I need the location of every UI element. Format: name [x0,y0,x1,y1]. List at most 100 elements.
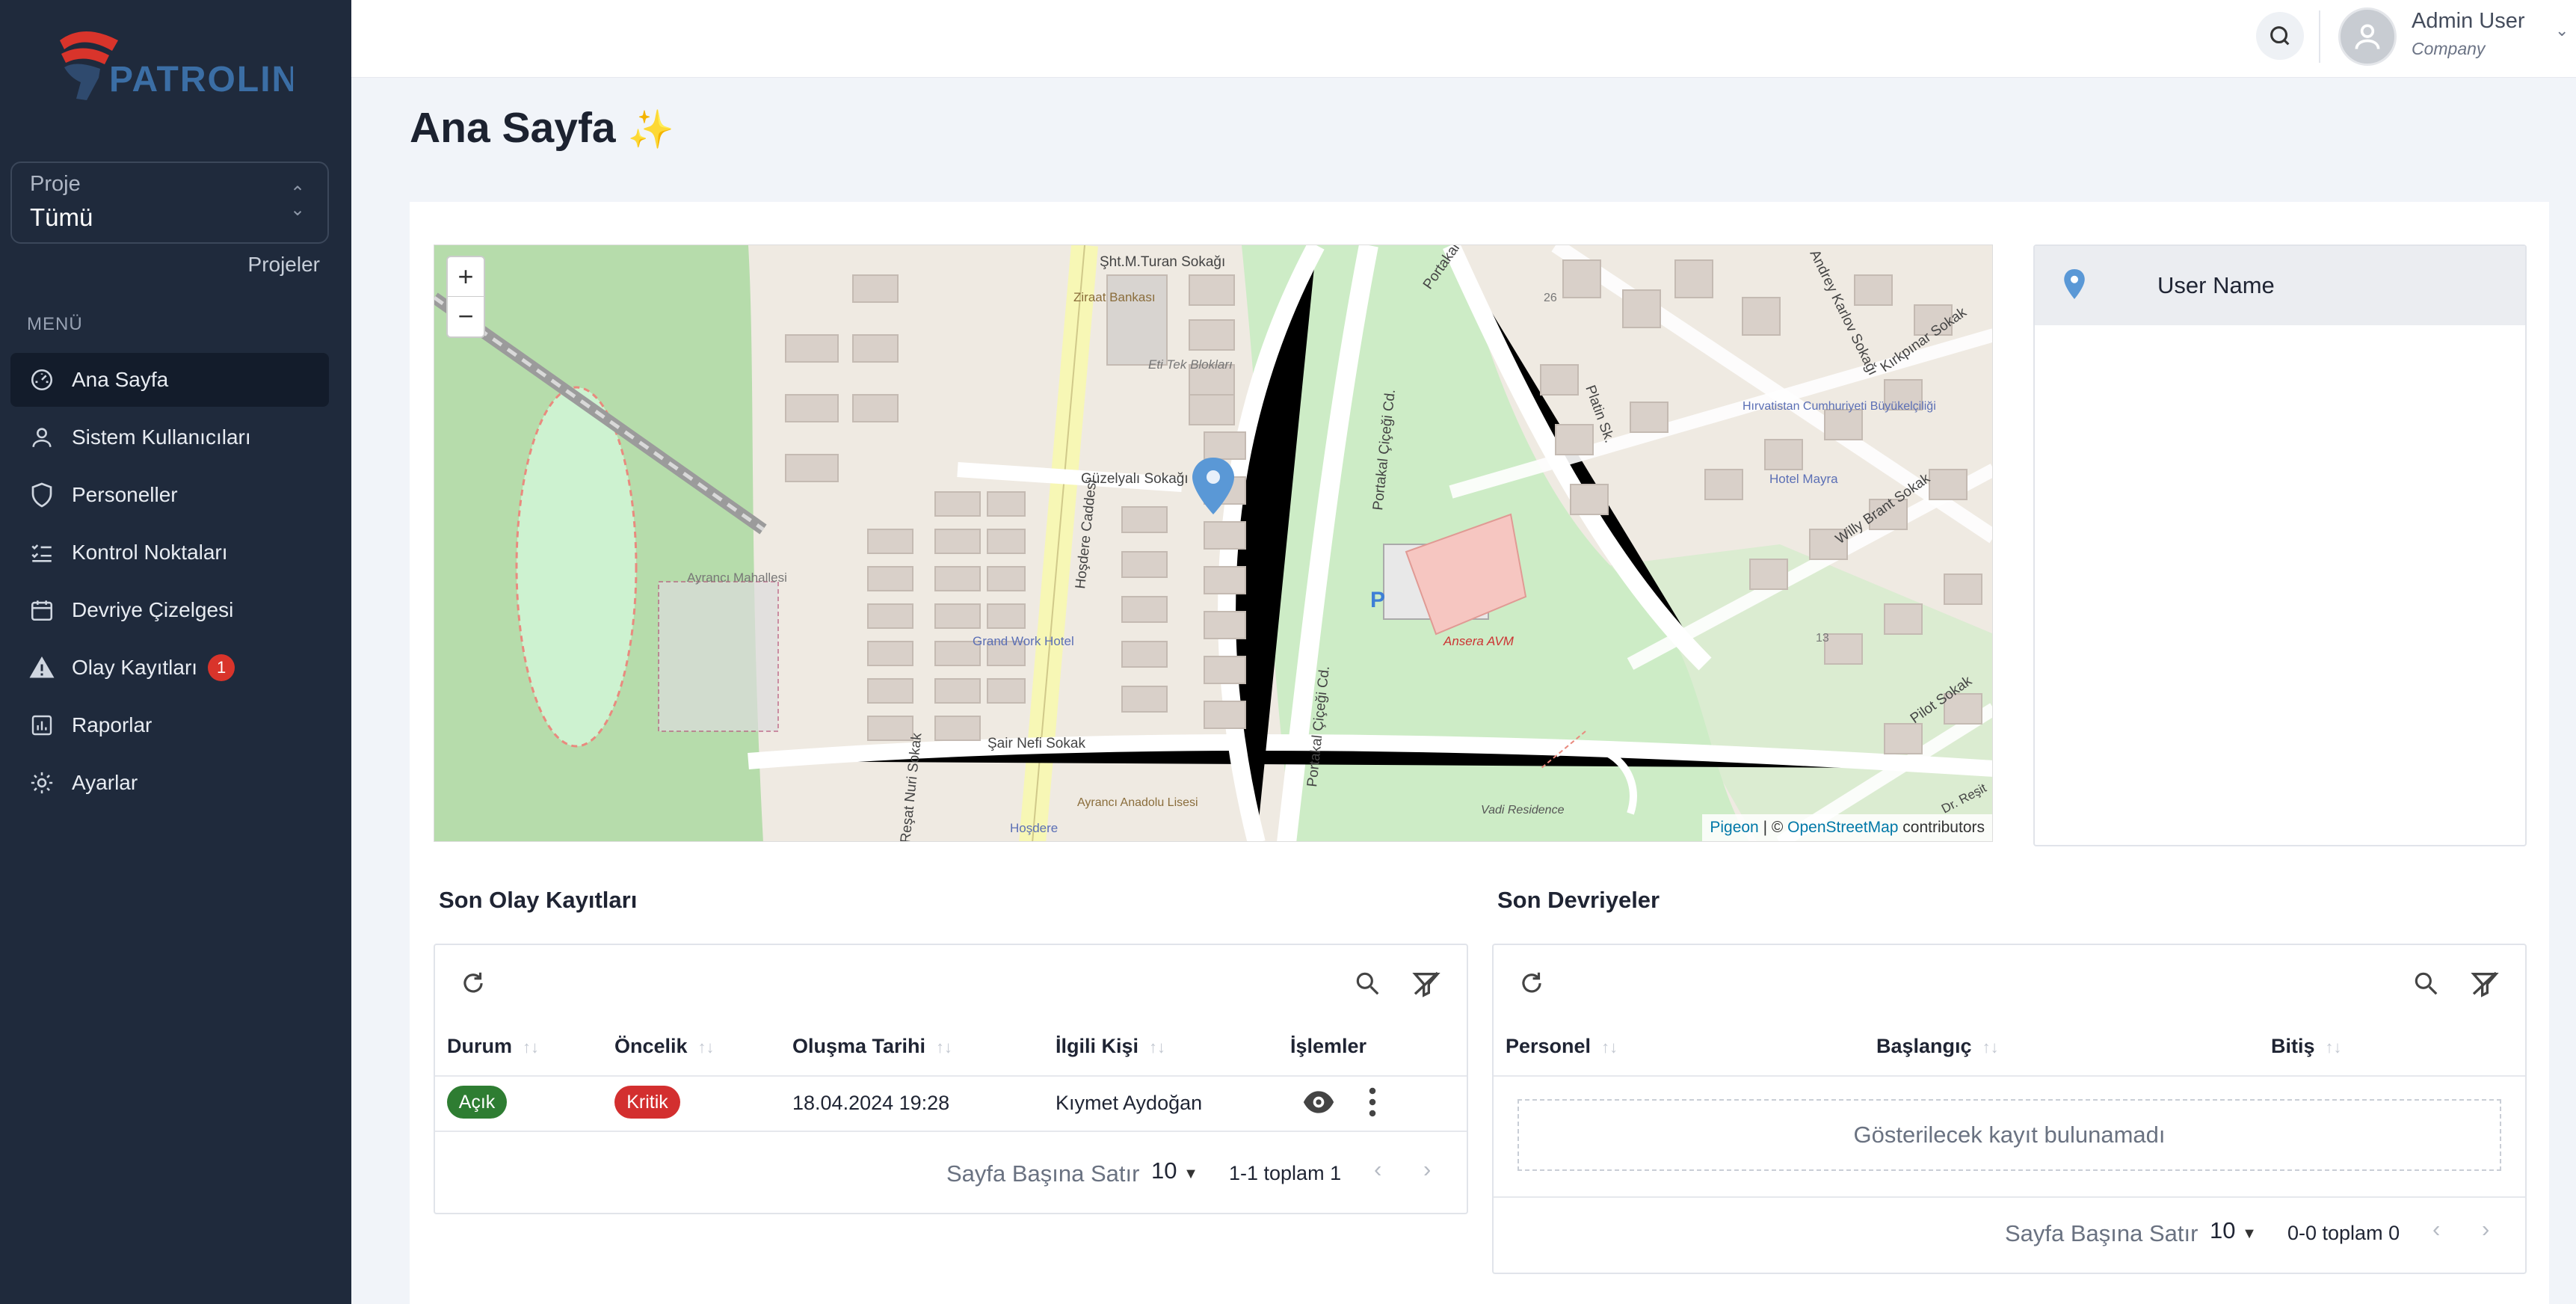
incident-person: Kıymet Aydoğan [1056,1092,1203,1114]
attribution-osm-link[interactable]: OpenStreetMap [1787,819,1898,836]
clear-filter-icon[interactable] [1411,969,1441,1003]
logo-text: PATROLINE [109,60,293,99]
column-header-start[interactable]: Başlangıç ↑↓ [1876,1035,1999,1058]
prev-page-icon[interactable]: ‹ [1374,1156,1381,1183]
map-label: Şair Nefi Sokak [987,736,1085,751]
location-pin-icon [2063,268,2093,303]
map-label: P [1370,588,1385,612]
sidebar: PATROLINE Proje Tümü ⌃⌄ Projeler MENÜ An… [0,0,351,1304]
patroline-logo[interactable]: PATROLINE [54,24,323,106]
chevron-updown-icon: ⌃ ⌄ [290,183,306,220]
row-divider [1494,1196,2525,1198]
map-label: Grand Work Hotel [973,634,1074,648]
incidents-table: Durum ↑↓ Öncelik ↑↓ Oluşma Tarihi ↑↓ İlgili… [434,944,1468,1214]
search-icon[interactable] [2412,969,2440,1001]
dashboard-icon [27,365,57,395]
map-label: Hotel Mayra [1769,472,1838,486]
sidebar-item-label: Ayarlar [72,771,138,794]
refresh-icon[interactable] [1517,969,1546,1001]
sidebar-item-personnel[interactable]: Personeller [10,468,329,522]
sidebar-item-checkpoints[interactable]: Kontrol Noktaları [10,526,329,579]
clear-filter-icon[interactable] [2470,969,2500,1003]
sidebar-item-label: Kontrol Noktaları [72,541,228,564]
map-attribution: Pigeon | © OpenStreetMap contributors [1702,814,1992,841]
column-header-priority[interactable]: Öncelik ↑↓ [614,1035,715,1058]
column-header-personnel[interactable]: Personel ↑↓ [1506,1035,1618,1058]
column-header-end[interactable]: Bitiş ↑↓ [2271,1035,2342,1058]
header-divider [1494,1075,2525,1077]
map-label: Hoşdere [1010,821,1058,835]
column-header-actions: İşlemler [1290,1035,1367,1057]
refresh-icon[interactable] [459,969,487,1001]
patrols-table: Personel ↑↓ Başlangıç ↑↓ Bitiş ↑↓ Gösterile… [1492,944,2527,1274]
sidebar-item-reports[interactable]: Raporlar [10,698,329,752]
sidebar-item-label: Personeller [72,483,178,506]
sidebar-item-label: Raporlar [72,713,152,736]
status-badge: Açık [447,1086,507,1119]
user-location-list: User Name [2033,244,2527,846]
rows-per-page-label: Sayfa Başına Satır [946,1160,1140,1187]
map-label: Ayrancı Mahallesi [687,570,787,585]
sidebar-item-home[interactable]: Ana Sayfa [10,353,329,407]
warning-icon [27,653,57,683]
more-options-icon[interactable] [1368,1087,1377,1121]
column-header-person[interactable]: İlgili Kişi ↑↓ [1056,1035,1165,1058]
sidebar-item-label: Olay Kayıtları [72,656,198,679]
column-header-status[interactable]: Durum ↑↓ [447,1035,539,1058]
rows-per-page-select[interactable]: 10 ▼ [1151,1157,1198,1184]
rows-per-page-label: Sayfa Başına Satır [2005,1220,2198,1246]
sidebar-item-label: Sistem Kullanıcıları [72,425,251,449]
map-label: Ziraat Bankası [1073,290,1156,304]
header-divider [435,1075,1467,1077]
sidebar-item-patrol-schedule[interactable]: Devriye Çizelgesi [10,583,329,637]
page-title: Ana Sayfa ✨ [410,104,674,152]
column-header-date[interactable]: Oluşma Tarihi ↑↓ [792,1035,952,1058]
user-company: Company [2412,39,2486,58]
map-label: Vadi Residence [1481,804,1565,816]
map-view[interactable]: Şht.M.Turan Sokağı Ziraat Bankası Eti Te… [434,244,1993,842]
sidebar-item-settings[interactable]: Ayarlar [10,756,329,810]
shield-icon [27,480,57,510]
header-divider [2319,10,2320,63]
list-item[interactable]: User Name [2035,246,2525,325]
empty-state-message: Gösterilecek kayıt bulunamadı [1517,1099,2501,1171]
project-select[interactable]: Proje Tümü ⌃ ⌄ [10,162,329,244]
next-page-icon[interactable]: › [2482,1216,2489,1243]
next-page-icon[interactable]: › [1423,1156,1431,1183]
zoom-out-button[interactable]: − [448,297,484,336]
gear-icon [27,768,57,798]
user-name[interactable]: Admin User [2412,9,2525,34]
sidebar-item-incidents[interactable]: Olay Kayıtları 1 [10,641,329,695]
chevron-down-icon[interactable]: ⌄ [2555,21,2569,40]
row-divider [435,1131,1467,1132]
projects-link[interactable]: Projeler [248,253,320,277]
sidebar-item-label: Devriye Çizelgesi [72,598,234,621]
map-label: Ayrancı Anadolu Lisesi [1077,796,1198,809]
eye-icon[interactable] [1302,1089,1335,1119]
pagination-range: 1-1 toplam 1 [1229,1162,1342,1184]
sidebar-item-system-users[interactable]: Sistem Kullanıcıları [10,410,329,464]
patrols-section-title: Son Devriyeler [1497,887,1660,913]
checklist-icon [27,538,57,568]
map-label: Ansera AVM [1443,634,1515,648]
map-label: Şht.M.Turan Sokağı [1100,254,1225,270]
map-tiles: Şht.M.Turan Sokağı Ziraat Bankası Eti Te… [434,245,1992,841]
rows-per-page-select[interactable]: 10 ▼ [2210,1217,2257,1244]
zoom-in-button[interactable]: + [448,257,484,297]
project-select-value: Tümü [30,203,93,231]
pagination-range: 0-0 toplam 0 [2287,1222,2400,1244]
user-icon [27,422,57,452]
prev-page-icon[interactable]: ‹ [2432,1216,2440,1243]
attribution-pigeon-link[interactable]: Pigeon [1710,819,1758,836]
avatar[interactable] [2338,7,2397,66]
sidebar-item-label: Ana Sayfa [72,368,169,391]
incidents-section-title: Son Olay Kayıtları [439,887,638,913]
incidents-count-badge: 1 [208,654,235,681]
calendar-icon [27,595,57,625]
project-select-label: Proje [30,172,81,196]
search-icon[interactable] [1353,969,1381,1001]
map-label: Hırvatistan Cumhuriyeti Büyükelçiliği [1743,400,1936,413]
map-label: 13 [1816,632,1829,645]
search-button[interactable] [2256,12,2304,60]
user-avatar-icon [2355,24,2380,49]
